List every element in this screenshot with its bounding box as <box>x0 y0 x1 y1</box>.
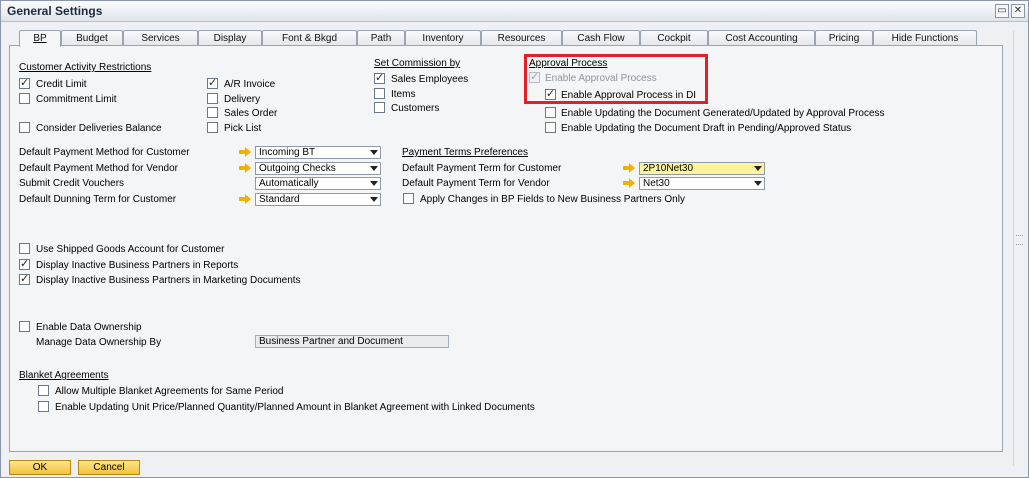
inactive-marketing-label: Display Inactive Business Partners in Ma… <box>36 275 301 286</box>
updating-generated-label: Enable Updating the Document Generated/U… <box>561 108 885 119</box>
credit-limit-checkbox[interactable] <box>19 76 30 89</box>
pm-vendor-select[interactable]: Outgoing Checks <box>255 162 381 175</box>
data-ownership-label: Enable Data Ownership <box>36 322 142 333</box>
tab-pricing[interactable]: Pricing <box>815 30 873 46</box>
tab-hide-functions[interactable]: Hide Functions <box>873 30 977 46</box>
commitment-limit-label: Commitment Limit <box>36 94 117 105</box>
pm-customer-label: Default Payment Method for Customer <box>19 147 190 158</box>
tab-path[interactable]: Path <box>357 30 405 46</box>
tab-display[interactable]: Display <box>198 30 262 46</box>
apply-changes-checkbox[interactable] <box>403 193 414 204</box>
chevron-down-icon <box>370 150 378 155</box>
tab-font-bkgd[interactable]: Font & Bkgd <box>262 30 357 46</box>
ok-button[interactable]: OK <box>9 460 71 475</box>
link-arrow-icon[interactable] <box>623 178 636 188</box>
pt-customer-label: Default Payment Term for Customer <box>402 163 562 174</box>
updating-generated-checkbox[interactable] <box>545 107 556 118</box>
tab-resources[interactable]: Resources <box>481 30 562 46</box>
tab-inventory[interactable]: Inventory <box>405 30 481 46</box>
link-arrow-icon[interactable] <box>239 163 252 173</box>
pm-vendor-label: Default Payment Method for Vendor <box>19 163 178 174</box>
chevron-down-icon <box>754 181 762 186</box>
tab-budget[interactable]: Budget <box>61 30 123 46</box>
shipped-goods-label: Use Shipped Goods Account for Customer <box>36 244 225 255</box>
sales-order-checkbox[interactable] <box>207 107 218 118</box>
scrollbar[interactable] <box>1013 31 1025 466</box>
consider-deliveries-checkbox[interactable] <box>19 122 30 133</box>
credit-limit-label: Credit Limit <box>36 79 87 90</box>
sales-employees-checkbox[interactable] <box>374 71 385 84</box>
pick-list-checkbox[interactable] <box>207 122 218 133</box>
tab-cost-accounting[interactable]: Cost Accounting <box>708 30 815 46</box>
link-arrow-icon[interactable] <box>239 147 252 157</box>
blanket-header: Blanket Agreements <box>19 370 109 381</box>
inactive-reports-label: Display Inactive Business Partners in Re… <box>36 260 239 271</box>
inactive-reports-checkbox[interactable] <box>19 257 30 270</box>
title-bar: General Settings ▭ ✕ <box>1 1 1028 22</box>
customer-activity-header: Customer Activity Restrictions <box>19 62 152 73</box>
shipped-goods-checkbox[interactable] <box>19 243 30 254</box>
ar-invoice-label: A/R Invoice <box>224 79 276 90</box>
tab-cash-flow[interactable]: Cash Flow <box>562 30 640 46</box>
customers-checkbox[interactable] <box>374 102 385 113</box>
blanket-multiple-checkbox[interactable] <box>38 385 49 396</box>
ar-invoice-checkbox[interactable] <box>207 76 218 89</box>
link-arrow-icon[interactable] <box>623 163 636 173</box>
tab-bp[interactable]: BP <box>19 30 61 47</box>
credit-vouchers-label: Submit Credit Vouchers <box>19 178 125 189</box>
pm-customer-select[interactable]: Incoming BT <box>255 146 381 159</box>
updating-draft-checkbox[interactable] <box>545 122 556 133</box>
tab-services[interactable]: Services <box>123 30 198 46</box>
updating-draft-label: Enable Updating the Document Draft in Pe… <box>561 123 852 134</box>
pick-list-label: Pick List <box>224 123 262 134</box>
pt-vendor-select[interactable]: Net30 <box>639 177 765 190</box>
sales-employees-label: Sales Employees <box>391 74 469 85</box>
items-checkbox[interactable] <box>374 88 385 99</box>
pt-vendor-label: Default Payment Term for Vendor <box>402 178 550 189</box>
cancel-button[interactable]: Cancel <box>78 460 140 475</box>
blanket-updating-label: Enable Updating Unit Price/Planned Quant… <box>55 402 535 413</box>
manage-ownership-label: Manage Data Ownership By <box>36 337 162 348</box>
credit-vouchers-select[interactable]: Automatically <box>255 177 381 190</box>
minimize-icon[interactable]: ▭ <box>995 4 1009 18</box>
customers-label: Customers <box>391 103 440 114</box>
blanket-updating-checkbox[interactable] <box>38 401 49 412</box>
consider-deliveries-label: Consider Deliveries Balance <box>36 123 162 134</box>
manage-ownership-field[interactable]: Business Partner and Document <box>255 335 449 348</box>
apply-changes-label: Apply Changes in BP Fields to New Busine… <box>420 194 685 205</box>
sales-order-label: Sales Order <box>224 108 278 119</box>
commission-header: Set Commission by <box>374 58 461 69</box>
pt-customer-select[interactable]: 2P10Net30 <box>639 162 765 175</box>
highlight-box <box>524 54 708 104</box>
blanket-multiple-label: Allow Multiple Blanket Agreements for Sa… <box>55 386 284 397</box>
delivery-label: Delivery <box>224 94 261 105</box>
data-ownership-checkbox[interactable] <box>19 321 30 332</box>
dunning-label: Default Dunning Term for Customer <box>19 194 177 205</box>
chevron-down-icon <box>370 197 378 202</box>
payment-terms-header: Payment Terms Preferences <box>402 147 528 158</box>
link-arrow-icon[interactable] <box>239 194 252 204</box>
items-label: Items <box>391 89 416 100</box>
commitment-limit-checkbox[interactable] <box>19 93 30 104</box>
chevron-down-icon <box>370 166 378 171</box>
chevron-down-icon <box>370 181 378 186</box>
window-title: General Settings <box>7 4 103 18</box>
dunning-select[interactable]: Standard <box>255 193 381 206</box>
general-settings-window: General Settings ▭ ✕ BP Budget Services … <box>0 0 1029 478</box>
chevron-down-icon <box>754 166 762 171</box>
inactive-marketing-checkbox[interactable] <box>19 272 30 285</box>
scroll-grip-icon[interactable] <box>1016 235 1023 245</box>
close-icon[interactable]: ✕ <box>1011 4 1025 18</box>
tab-cockpit[interactable]: Cockpit <box>640 30 708 46</box>
delivery-checkbox[interactable] <box>207 93 218 104</box>
